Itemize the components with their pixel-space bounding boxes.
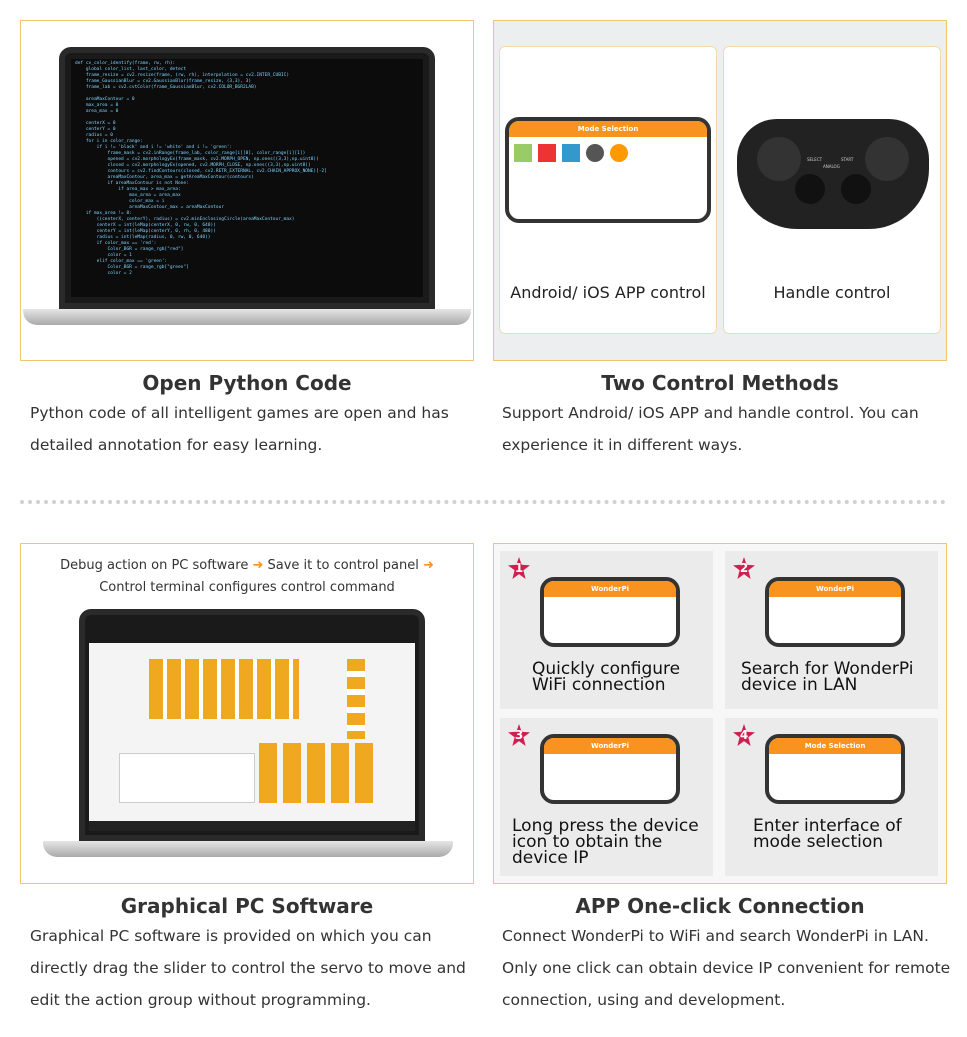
laptop-base	[43, 841, 453, 857]
feature-description-line: detailed annotation for easy learning.	[30, 436, 323, 454]
phone-image: Mode Selection	[505, 117, 711, 223]
feature-title: Open Python Code	[142, 371, 352, 395]
step-text: Quickly configure WiFi connection	[532, 659, 681, 695]
step-text: Long press the device icon to obtain the d…	[512, 816, 699, 868]
phone-image: WonderPi	[540, 734, 680, 804]
controller-label: START	[841, 157, 854, 162]
section-divider	[20, 500, 946, 504]
step-4: 4 Mode Selection Enter interface of mode …	[725, 718, 938, 876]
app-bar: Mode Selection	[509, 121, 707, 137]
phone-image: WonderPi	[540, 577, 680, 647]
step-badge: 4	[733, 724, 755, 746]
control-methods-image: Mode Selection Android/ iOS APP control …	[493, 20, 947, 361]
laptop-screen: def cv_color_identify(frame, rw, rh): gl…	[59, 47, 435, 309]
feature-description-line: Graphical PC software is provided on whi…	[30, 927, 432, 945]
app-control-panel: Mode Selection Android/ iOS APP control	[499, 46, 717, 334]
gamepad-image: SELECT START ANALOG	[737, 119, 929, 229]
feature-description-line: Only one click can obtain device IP conv…	[502, 959, 951, 977]
step-1: 1 WonderPi Quickly configure WiFi connect…	[500, 551, 713, 709]
step-text: Enter interface of mode selection	[753, 816, 902, 852]
controller-label: SELECT	[807, 157, 823, 162]
phone-image: WonderPi	[765, 577, 905, 647]
feature-title: Two Control Methods	[601, 371, 839, 395]
feature-description-line: experience it in different ways.	[502, 436, 743, 454]
laptop-base	[23, 309, 471, 325]
feature-title: APP One-click Connection	[575, 894, 865, 918]
step-2: 2 WonderPi Search for WonderPi device in …	[725, 551, 938, 709]
step-3: 3 WonderPi Long press the device icon to …	[500, 718, 713, 876]
step-badge: 2	[733, 557, 755, 579]
handle-control-panel: SELECT START ANALOG Handle control	[723, 46, 941, 334]
feature-description-line: Connect WonderPi to WiFi and search Wond…	[502, 927, 929, 945]
feature-description-line: Support Android/ iOS APP and handle cont…	[502, 404, 919, 422]
pc-software-screenshot	[89, 643, 415, 831]
feature-description-line: directly drag the slider to control the …	[30, 959, 466, 977]
step-text: Search for WonderPi device in LAN	[741, 659, 914, 695]
step-badge: 3	[508, 724, 530, 746]
controller-label: ANALOG	[823, 164, 840, 169]
workflow-caption-line2: Control terminal configures control comm…	[99, 580, 395, 595]
feature-title: Graphical PC Software	[120, 894, 374, 918]
pc-software-image: Debug action on PC software ➜ Save it to…	[20, 543, 474, 884]
phone-image: Mode Selection	[765, 734, 905, 804]
code-editor-image: def cv_color_identify(frame, rw, rh): gl…	[71, 59, 423, 297]
laptop-screen	[79, 609, 425, 841]
feature-description-line: edit the action group without programmin…	[30, 991, 371, 1009]
handle-control-caption: Handle control	[773, 283, 891, 302]
python-code-image: def cv_color_identify(frame, rw, rh): gl…	[20, 20, 474, 361]
workflow-caption: Debug action on PC software ➜ Save it to…	[60, 558, 434, 573]
app-control-caption: Android/ iOS APP control	[510, 283, 706, 302]
step-badge: 1	[508, 557, 530, 579]
feature-description-line: connection, using and development.	[502, 991, 786, 1009]
feature-description-line: Python code of all intelligent games are…	[30, 404, 449, 422]
app-connection-image: 1 WonderPi Quickly configure WiFi connect…	[493, 543, 947, 884]
